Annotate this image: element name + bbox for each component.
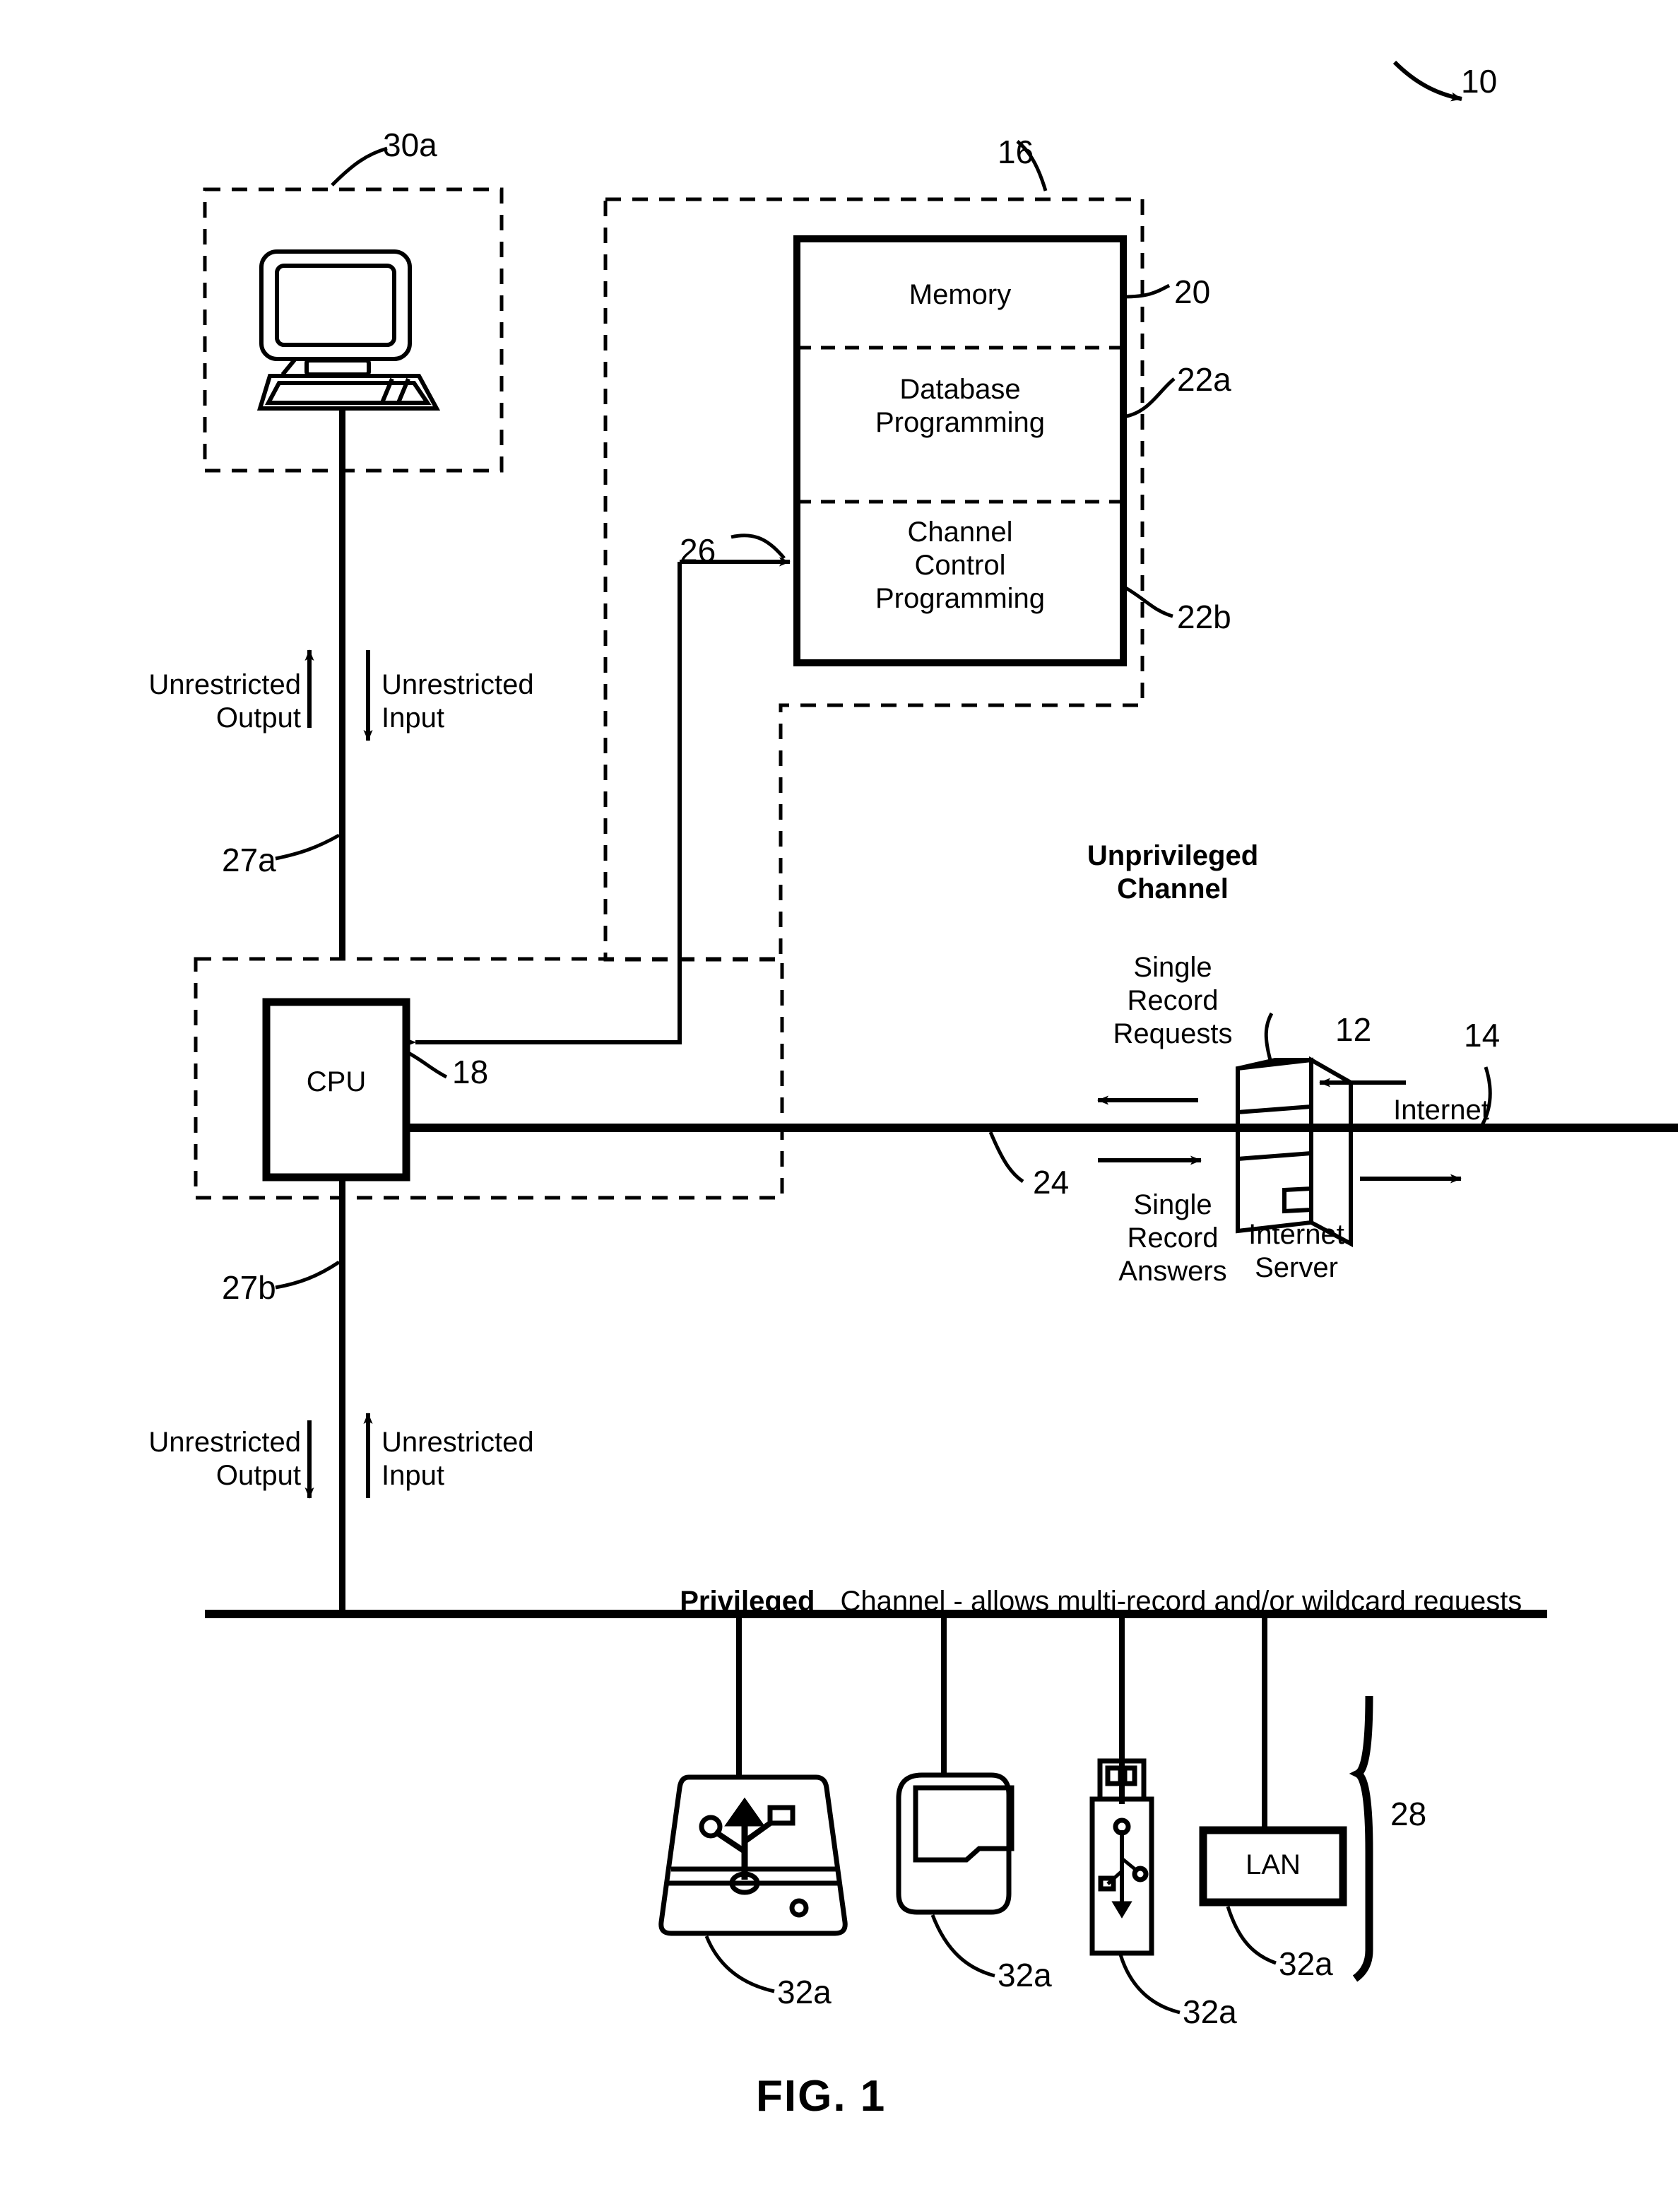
ref-14: 14 xyxy=(1464,1017,1501,1054)
ref-24-leader xyxy=(988,1131,1024,1184)
ref-16: 16 xyxy=(998,134,1034,170)
memory-row-2-label: Channel Control Programming xyxy=(875,517,1046,615)
upper-flow-arrows xyxy=(304,649,373,741)
desktop-computer-icon xyxy=(256,249,441,411)
ref-22b: 22b xyxy=(1177,599,1231,635)
memory-row-0-label: Memory xyxy=(909,279,1012,310)
ref-27a-leader xyxy=(275,833,341,861)
ref-32a-2: 32a xyxy=(998,1957,1052,1993)
internet-label: Internet xyxy=(1393,1095,1489,1126)
external-usb-drive-icon xyxy=(658,1774,848,1936)
patent-figure-page: 10 30a 16 Memory 20 Database Programming… xyxy=(0,0,1680,2192)
ref-32a-leader-1 xyxy=(704,1935,775,1993)
ref-22a: 22a xyxy=(1177,361,1231,398)
memory-bus-26 xyxy=(405,534,791,1047)
ref-10: 10 xyxy=(1461,63,1498,100)
computer-terminal-enclosure xyxy=(203,146,504,473)
cpu-to-privileged-line xyxy=(339,1177,345,1614)
ref-18: 18 xyxy=(452,1054,489,1090)
lower-flow-arrows xyxy=(304,1413,373,1499)
privileged-channel-title: Privileged Channel - allows multi-record … xyxy=(664,1552,1522,1618)
unprivileged-channel-title: Unprivileged Channel xyxy=(1087,840,1259,905)
upper-unrestricted-input-label: Unrestricted Input xyxy=(381,669,534,734)
system-ref-leader xyxy=(1392,60,1462,102)
ref-32a-3: 32a xyxy=(1183,1993,1237,2030)
ref-12: 12 xyxy=(1335,1011,1372,1048)
ref-32a-1: 32a xyxy=(777,1974,832,2010)
peripheral-group-brace xyxy=(1349,1695,1373,1982)
peripheral-drop-lines xyxy=(736,1618,1267,1830)
ref-20: 20 xyxy=(1174,273,1211,310)
ref-28: 28 xyxy=(1390,1796,1427,1832)
ref-27a: 27a xyxy=(222,842,276,878)
privileged-channel-bold-word: Privileged xyxy=(680,1586,815,1618)
privileged-channel-rest: Channel - allows multi-record and/or wil… xyxy=(840,1586,1522,1618)
upper-unrestricted-output-label: Unrestricted Output xyxy=(148,669,301,734)
ref-32a-leader-3 xyxy=(1118,1954,1181,2015)
figure-caption: FIG. 1 xyxy=(756,2072,887,2121)
camera-device-icon xyxy=(896,1772,1014,1915)
lower-unrestricted-output-label: Unrestricted Output xyxy=(148,1427,301,1492)
cpu-label: CPU xyxy=(306,1066,367,1097)
ref-24: 24 xyxy=(1033,1164,1070,1201)
single-record-requests-label: Single Record Requests xyxy=(1113,952,1233,1050)
lower-unrestricted-input-label: Unrestricted Input xyxy=(381,1427,534,1492)
terminal-to-cpu-line xyxy=(339,408,345,960)
memory-row-1-label: Database Programming xyxy=(875,374,1046,439)
ref-32a-4: 32a xyxy=(1279,1945,1333,1982)
internet-server-label: Internet Server xyxy=(1248,1219,1344,1284)
ref-27b-leader xyxy=(275,1260,341,1290)
lan-box-label: LAN xyxy=(1246,1849,1301,1880)
ref-26: 26 xyxy=(680,532,716,569)
ref-32a-leader-2 xyxy=(930,1914,995,1978)
ref-30a: 30a xyxy=(383,126,437,163)
ref-27b: 27b xyxy=(222,1269,276,1306)
